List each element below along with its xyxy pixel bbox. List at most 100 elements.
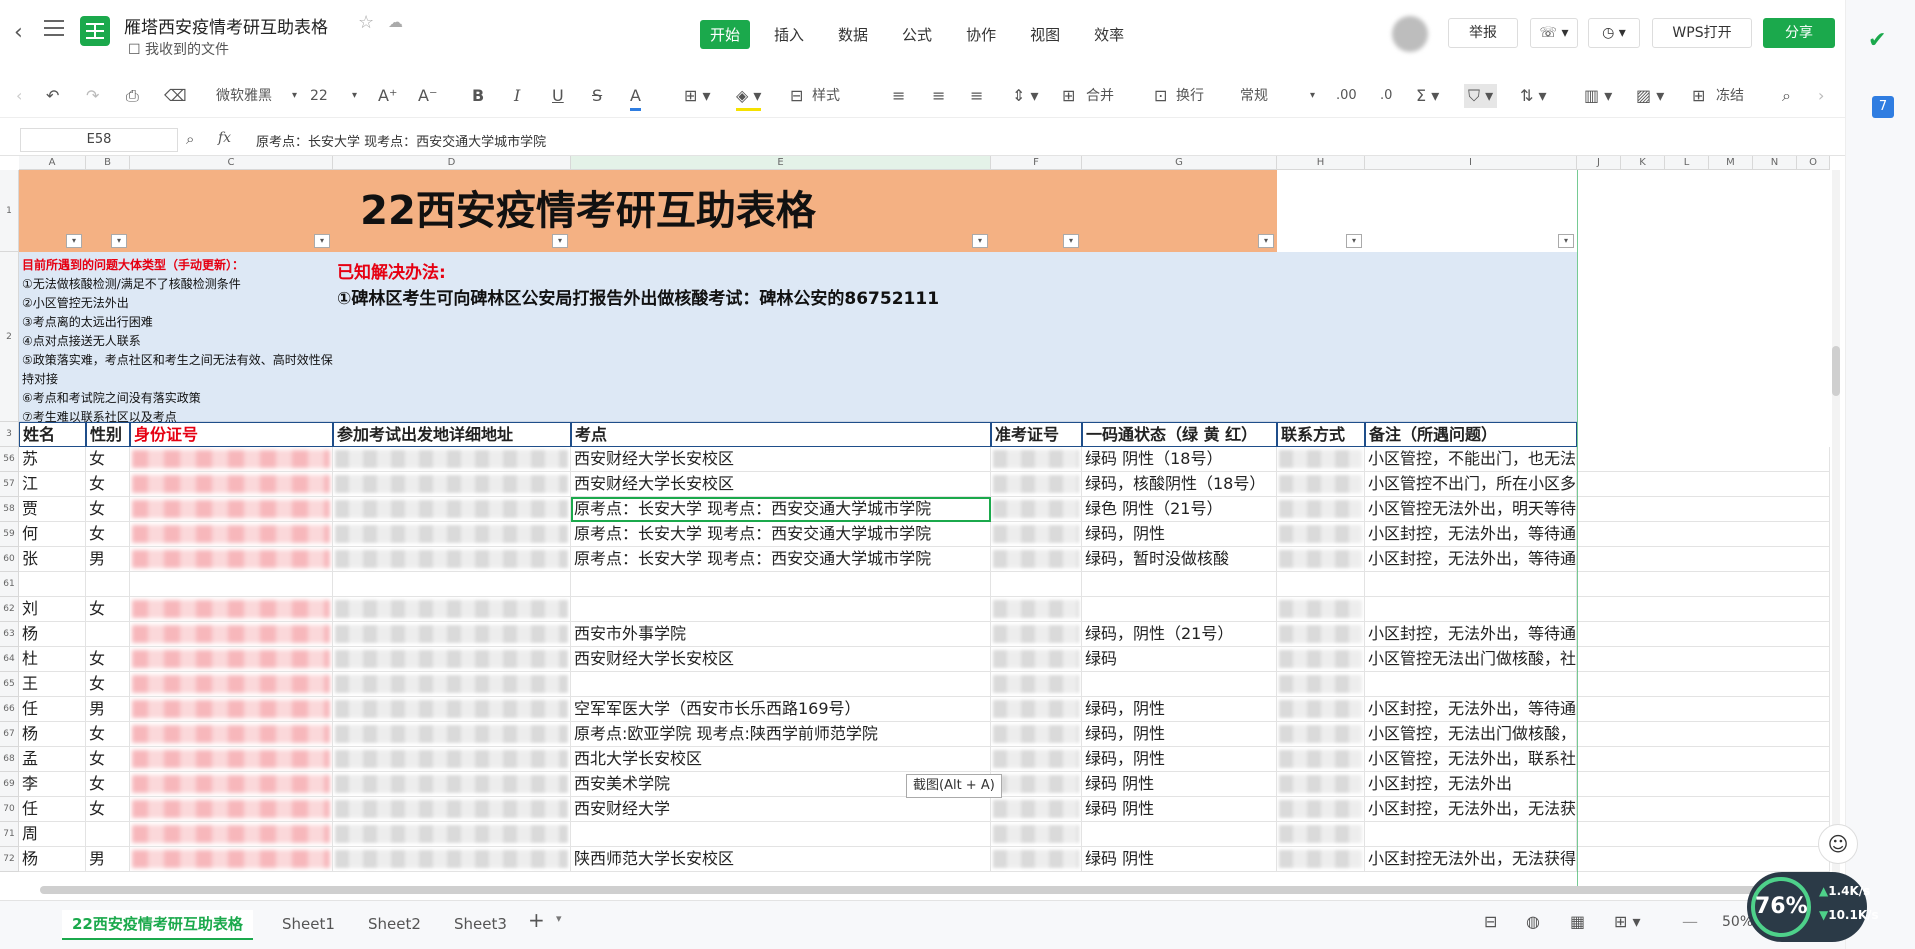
calendar-icon[interactable]: 7 bbox=[1872, 96, 1894, 118]
align-right-icon[interactable]: ≡ bbox=[970, 84, 983, 108]
style-button[interactable]: 样式 bbox=[812, 84, 840, 108]
avatar[interactable] bbox=[1392, 16, 1428, 52]
cell-exam-site[interactable]: 西安财经大学 bbox=[571, 797, 991, 822]
cell-ticket[interactable] bbox=[991, 447, 1082, 472]
cell-contact[interactable] bbox=[1277, 547, 1365, 572]
protect-icon[interactable]: ⊟ bbox=[1484, 912, 1497, 931]
info-cell[interactable]: 目前所遇到的问题大体类型（手动更新）： ①无法做核酸检测/满足不了核酸检测条件 … bbox=[19, 252, 1577, 424]
cell-note[interactable] bbox=[1365, 572, 1577, 597]
tab-efficiency[interactable]: 效率 bbox=[1084, 20, 1134, 49]
cell-address[interactable] bbox=[333, 472, 571, 497]
back-icon[interactable]: ‹ bbox=[14, 20, 23, 45]
strikethrough-icon[interactable]: S bbox=[592, 84, 602, 108]
cell-empty[interactable] bbox=[1577, 772, 1830, 797]
cell-contact[interactable] bbox=[1277, 472, 1365, 497]
cell-contact[interactable] bbox=[1277, 722, 1365, 747]
cell-exam-site[interactable]: 原考点:欧亚学院 现考点:陕西学前师范学院 bbox=[571, 722, 991, 747]
column-header[interactable]: F bbox=[991, 156, 1082, 170]
filter-dropdown-icon[interactable]: ▾ bbox=[1558, 234, 1574, 248]
cell-note[interactable] bbox=[1365, 822, 1577, 847]
cell-note[interactable]: 小区封控，无法外出 bbox=[1365, 772, 1577, 797]
row-header[interactable]: 71 bbox=[0, 822, 19, 847]
column-header[interactable]: M bbox=[1709, 156, 1753, 170]
search-icon[interactable]: ⌕ bbox=[1782, 84, 1791, 108]
cell-ticket[interactable] bbox=[991, 597, 1082, 622]
zoom-out-icon[interactable]: — bbox=[1682, 912, 1698, 931]
cell-name[interactable]: 江 bbox=[19, 472, 86, 497]
cell-id[interactable] bbox=[130, 672, 333, 697]
cell-name[interactable]: 张 bbox=[19, 547, 86, 572]
row-header[interactable]: 56 bbox=[0, 447, 19, 472]
filter-dropdown-icon[interactable]: ▾ bbox=[552, 234, 568, 248]
decrease-font-icon[interactable]: A⁻ bbox=[418, 84, 437, 108]
cell-exam-site[interactable]: 原考点：长安大学 现考点：西安交通大学城市学院 bbox=[571, 547, 991, 572]
cell-empty[interactable] bbox=[1577, 847, 1830, 872]
history-icon[interactable]: ◷ ▾ bbox=[1588, 18, 1640, 48]
scrollbar-thumb[interactable] bbox=[1832, 346, 1840, 396]
chevron-down-icon[interactable]: ▾ bbox=[1310, 84, 1315, 108]
decrease-decimal-icon[interactable]: .0 bbox=[1380, 84, 1392, 108]
cell-address[interactable] bbox=[333, 572, 571, 597]
cell-ticket[interactable] bbox=[991, 722, 1082, 747]
column-header[interactable]: O bbox=[1797, 156, 1830, 170]
cell-ticket[interactable] bbox=[991, 847, 1082, 872]
sheet-tab-sheet3[interactable]: Sheet3 bbox=[454, 910, 507, 938]
row-header[interactable]: 61 bbox=[0, 572, 19, 597]
cell-exam-site[interactable] bbox=[571, 822, 991, 847]
cell-name[interactable]: 苏 bbox=[19, 447, 86, 472]
cell-address[interactable] bbox=[333, 622, 571, 647]
cell-name[interactable] bbox=[19, 572, 86, 597]
cell-gender[interactable]: 女 bbox=[86, 497, 130, 522]
filter-dropdown-icon[interactable]: ▾ bbox=[314, 234, 330, 248]
cell-gender[interactable]: 男 bbox=[86, 547, 130, 572]
tab-formula[interactable]: 公式 bbox=[892, 20, 942, 49]
cell-empty[interactable] bbox=[1577, 497, 1830, 522]
cell-contact[interactable] bbox=[1277, 497, 1365, 522]
cell-contact[interactable] bbox=[1277, 622, 1365, 647]
row-header[interactable]: 62 bbox=[0, 597, 19, 622]
cell-health-code[interactable] bbox=[1082, 672, 1277, 697]
document-title[interactable]: 雁塔西安疫情考研互助表格 bbox=[124, 13, 328, 38]
cell-gender[interactable]: 女 bbox=[86, 647, 130, 672]
cell-empty[interactable] bbox=[1577, 822, 1830, 847]
cell-gender[interactable] bbox=[86, 622, 130, 647]
cell-gender[interactable]: 男 bbox=[86, 697, 130, 722]
cell-contact[interactable] bbox=[1277, 772, 1365, 797]
filter-dropdown-icon[interactable]: ▾ bbox=[972, 234, 988, 248]
header-contact[interactable]: 联系方式 bbox=[1277, 422, 1365, 447]
italic-icon[interactable]: I bbox=[514, 84, 520, 108]
cell-address[interactable] bbox=[333, 647, 571, 672]
scroll-left-icon[interactable]: ‹ bbox=[16, 84, 22, 108]
cell-note[interactable]: 小区管控，无法外出，联系社区，无法给出明确答复，社区 bbox=[1365, 747, 1577, 772]
cell-name[interactable]: 贾 bbox=[19, 497, 86, 522]
wrap-button[interactable]: 换行 bbox=[1176, 84, 1204, 108]
cell-address[interactable] bbox=[333, 822, 571, 847]
cell-empty[interactable] bbox=[1577, 572, 1830, 597]
cell-contact[interactable] bbox=[1277, 822, 1365, 847]
row-header[interactable]: 59 bbox=[0, 522, 19, 547]
share-button[interactable]: 分享 bbox=[1763, 18, 1835, 48]
border-icon[interactable]: ⊞ ▾ bbox=[684, 84, 711, 108]
cell-address[interactable] bbox=[333, 772, 571, 797]
header-id[interactable]: 身份证号 bbox=[130, 422, 333, 447]
bold-icon[interactable]: B bbox=[472, 84, 484, 108]
cell-address[interactable] bbox=[333, 847, 571, 872]
header-name[interactable]: 姓名 bbox=[19, 422, 86, 447]
check-icon[interactable]: ✔ bbox=[1868, 28, 1886, 53]
row-header[interactable]: 60 bbox=[0, 547, 19, 572]
cell-ticket[interactable] bbox=[991, 672, 1082, 697]
cell-contact[interactable] bbox=[1277, 672, 1365, 697]
cell-address[interactable] bbox=[333, 797, 571, 822]
redo-icon[interactable]: ↷ bbox=[86, 84, 99, 108]
row-header[interactable]: 69 bbox=[0, 772, 19, 797]
sheet-tab-sheet2[interactable]: Sheet2 bbox=[368, 910, 421, 938]
cell-empty[interactable] bbox=[1577, 672, 1830, 697]
cell-note[interactable] bbox=[1365, 672, 1577, 697]
globe-icon[interactable]: ◍ bbox=[1526, 912, 1540, 931]
cell-gender[interactable]: 女 bbox=[86, 722, 130, 747]
row-header[interactable]: 68 bbox=[0, 747, 19, 772]
cell-gender[interactable]: 男 bbox=[86, 847, 130, 872]
column-header[interactable]: H bbox=[1277, 156, 1365, 170]
row-header[interactable]: 63 bbox=[0, 622, 19, 647]
cell-address[interactable] bbox=[333, 597, 571, 622]
